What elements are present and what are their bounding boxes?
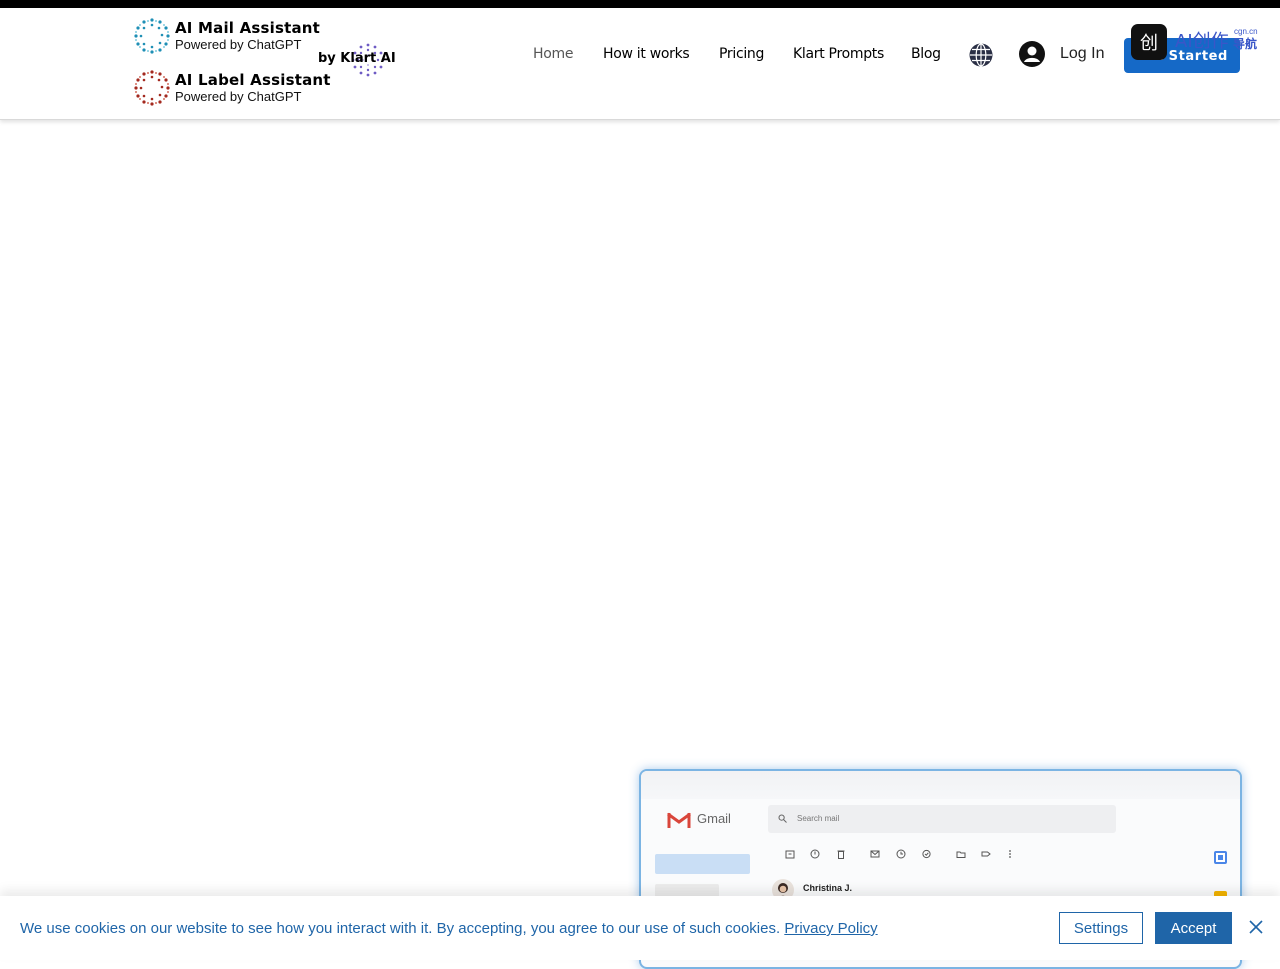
mockup-sidebar-compose xyxy=(655,854,750,874)
mark-unread-icon xyxy=(870,850,880,858)
brand2-subtitle: Powered by ChatGPT xyxy=(175,89,302,104)
nav-home[interactable]: Home xyxy=(533,46,573,66)
nav-blog[interactable]: Blog xyxy=(911,46,941,66)
nav-pricing[interactable]: Pricing xyxy=(719,46,764,66)
cookie-settings-button[interactable]: Settings xyxy=(1059,912,1143,944)
label-icon xyxy=(981,851,991,857)
add-task-icon xyxy=(922,849,931,859)
watermark-text: AI创作 xyxy=(1175,31,1229,52)
cookie-accept-button[interactable]: Accept xyxy=(1155,912,1232,944)
site-header: AI Mail Assistant Powered by ChatGPT AI … xyxy=(0,8,1280,120)
by-klart-ai-logo[interactable]: by Klart AI xyxy=(318,42,398,80)
brand-ai-mail-assistant[interactable]: AI Mail Assistant Powered by ChatGPT xyxy=(133,17,320,55)
mockup-search-bar: Search mail xyxy=(768,805,1116,833)
mockup-title-strip xyxy=(641,771,1240,799)
watermark-suffix: 导航 xyxy=(1233,37,1258,51)
gmail-app-name: Gmail xyxy=(697,811,731,826)
mockup-search-placeholder: Search mail xyxy=(797,814,840,823)
watermark-logo-icon: 创 xyxy=(1131,24,1167,60)
cookie-message-text: We use cookies on our website to see how… xyxy=(20,920,781,937)
calendar-app-icon xyxy=(1214,851,1227,864)
cookie-message: We use cookies on our website to see how… xyxy=(20,920,878,937)
mail-assistant-logo-icon xyxy=(134,18,170,54)
snooze-clock-icon xyxy=(896,849,906,859)
report-spam-icon xyxy=(810,849,820,859)
more-options-icon xyxy=(1009,850,1011,858)
close-icon[interactable] xyxy=(1248,919,1264,935)
login-button[interactable]: Log In xyxy=(1018,40,1104,68)
user-avatar-icon xyxy=(1019,41,1045,67)
by-klart-ai-label: by Klart AI xyxy=(318,51,396,66)
move-to-folder-icon xyxy=(956,851,966,858)
brand1-subtitle: Powered by ChatGPT xyxy=(175,37,302,52)
nav-klart-prompts[interactable]: Klart Prompts xyxy=(793,46,884,66)
brand-ai-label-assistant[interactable]: AI Label Assistant Powered by ChatGPT xyxy=(133,69,331,107)
login-label: Log In xyxy=(1060,45,1105,62)
delete-icon xyxy=(837,850,845,859)
privacy-policy-link[interactable]: Privacy Policy xyxy=(784,920,877,937)
cookie-banner: We use cookies on our website to see how… xyxy=(0,896,1280,960)
archive-icon xyxy=(785,850,795,859)
globe-icon[interactable] xyxy=(968,42,994,68)
gmail-logo-icon xyxy=(667,812,691,828)
brand2-title: AI Label Assistant xyxy=(175,71,331,89)
search-icon xyxy=(778,814,787,823)
top-black-bar xyxy=(0,0,1280,8)
sender-name: Christina J. xyxy=(803,883,853,893)
brand1-title: AI Mail Assistant xyxy=(175,19,321,37)
ai-chuangzuo-watermark: 创 AI创作 cgn.cn 导航 xyxy=(1130,16,1270,60)
nav-how-it-works[interactable]: How it works xyxy=(603,46,690,66)
label-assistant-logo-icon xyxy=(134,70,170,106)
